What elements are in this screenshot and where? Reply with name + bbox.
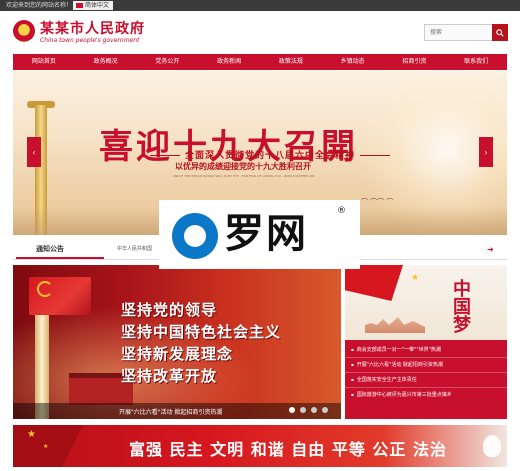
notice-label[interactable]: 通知公告 [16,242,104,259]
search-button[interactable] [492,24,508,41]
banner-fine-print: AND IF THE WHOLE WORLD WILL IN MY EYE · … [173,174,315,178]
core-values-banner: ★ ★ 富强 民主 文明 和谐 自由 平等 公正 法治 [13,425,507,467]
side-news-list: 商会支部成员一对一"一带""世界"热潮 开展"六比六看"活动 掀起招商引资热潮 … [345,340,507,419]
nav-item-policies[interactable]: 政策法规 [260,54,322,70]
core-values-text: 富强 民主 文明 和谐 自由 平等 公正 法治 [129,440,447,459]
slogan-line: 坚持党的领导 [121,301,218,319]
language-switch[interactable]: 简体中文 [73,1,114,10]
language-label: 简体中文 [85,2,110,9]
brand-logo-icon [172,213,218,259]
china-flag-icon [76,3,83,8]
nav-item-investment[interactable]: 招商引资 [384,54,446,70]
nav-item-township[interactable]: 乡镇动态 [322,54,384,70]
birds-decoration: ⌒ ⌒⌒ ⌒ [361,198,394,206]
search-box [424,24,508,41]
nav-item-home[interactable]: 网站首页 [13,54,75,70]
star-icon: ★ [27,429,36,440]
banner-subtitle-1: 全面深入贯彻党的十八届六中全会精神 [145,148,395,161]
watermark-text: 罗网 [224,211,308,257]
national-emblem-icon [13,20,35,42]
side-news-panel: ★ 中国梦 商会支部成员一对一"一带""世界"热潮 开展"六比六看"活动 掀起招… [345,265,507,419]
chevron-left-icon: ‹ [32,147,36,157]
feature-caption-bar: 开展"六比六看"活动 掀起招商引资热潮 [13,403,341,419]
slide-dot[interactable] [311,407,317,413]
feature-slider: 坚持党的领导 坚持中国特色社会主义 坚持新发展理念 坚持改革开放 开展"六比六看… [13,265,341,419]
notice-text[interactable]: 中华人民共和国 [117,245,152,252]
site-header: 某某市人民政府 China town people's government [0,11,520,55]
welcome-text: 欢迎来到您的网站名称！ [6,2,73,9]
list-item[interactable]: 开展"六比六看"活动 掀起招商引资热潮 [345,358,507,373]
watermark-overlay: 罗网 ® [159,200,360,269]
slide-dot[interactable] [289,407,295,413]
slogan-line: 坚持改革开放 [121,367,218,385]
chevron-right-icon: › [484,147,488,157]
search-icon [496,28,504,37]
slide-indicators [289,407,328,413]
banner-subtitle-2: 以优异的成绩迎接党的十九大胜利召开 [175,162,311,171]
nav-item-party-affairs[interactable]: 党务公开 [137,54,199,70]
top-utility-bar: 欢迎来到您的网站名称！ 简体中文 [0,0,520,11]
notice-more-arrow-icon[interactable]: ➜ [487,245,497,254]
slide-dot[interactable] [322,407,328,413]
banner-next-button[interactable]: › [479,137,493,167]
china-dream-image[interactable]: ★ 中国梦 [345,265,507,340]
list-item[interactable]: 国际旅游中心被评为嘉兴市第三批重点镇乡 [345,388,507,402]
nav-item-overview[interactable]: 政务概况 [75,54,137,70]
skyline-illustration [365,317,425,333]
slogan-line: 坚持中国特色社会主义 [121,323,282,341]
star-icon: ★ [411,273,420,283]
banner-prev-button[interactable]: ‹ [27,137,41,167]
search-input[interactable] [424,24,492,41]
list-item[interactable]: 全国落实安全生产主体责任 [345,373,507,388]
china-dream-text: 中国梦 [450,279,471,333]
nav-item-news[interactable]: 政务新闻 [198,54,260,70]
main-nav: 网站首页 政务概况 党务公开 政务新闻 政策法规 乡镇动态 招商引资 联系我们 [13,54,507,70]
feature-caption[interactable]: 开展"六比六看"活动 掀起招商引资热潮 [119,407,222,416]
dove-icon [483,435,501,457]
site-title[interactable]: 某某市人民政府 [40,18,145,38]
registered-mark: ® [337,206,346,216]
red-flag [345,265,403,301]
hammer-sickle-icon [37,281,53,297]
slide-dot[interactable] [300,407,306,413]
feature-slogans: 坚持党的领导 坚持中国特色社会主义 坚持新发展理念 坚持改革开放 [121,299,281,387]
nav-item-contact[interactable]: 联系我们 [445,54,507,70]
site-subtitle: China town people's government [40,37,140,44]
list-item[interactable]: 商会支部成员一对一"一带""世界"热潮 [345,343,507,358]
slogan-line: 坚持新发展理念 [121,345,234,363]
star-icon: ★ [43,443,49,450]
